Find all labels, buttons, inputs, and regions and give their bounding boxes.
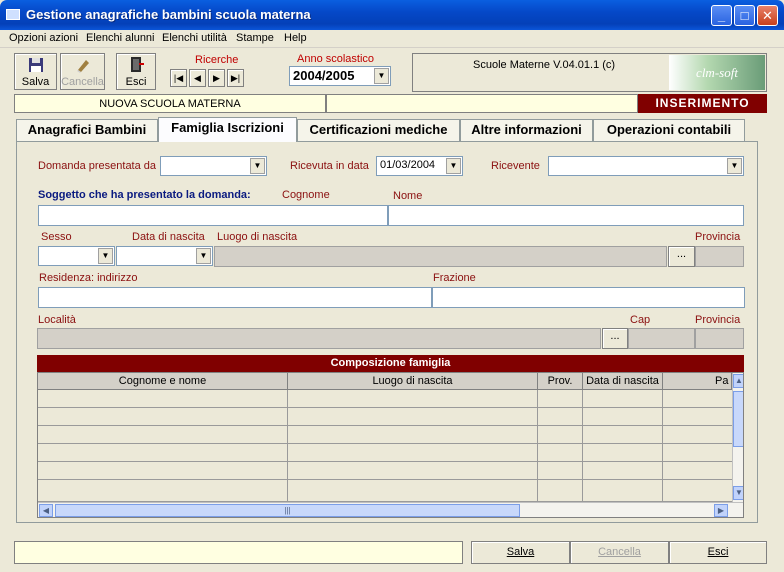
footer-cancel-button[interactable]: Cancella (570, 541, 669, 564)
table-row[interactable] (38, 390, 732, 408)
footer-exit-button[interactable]: Esci (669, 541, 767, 564)
tab-anagrafici-bambini[interactable]: Anagrafici Bambini (16, 119, 158, 141)
family-grid[interactable]: Cognome e nome Luogo di nascita Prov. Da… (37, 372, 744, 518)
chevron-down-icon: ▼ (374, 68, 389, 84)
column-header[interactable]: Cognome e nome (38, 373, 288, 390)
vertical-scrollbar[interactable]: ▲ ▼ (732, 373, 743, 502)
table-row[interactable] (38, 480, 732, 502)
residence-address-input[interactable] (38, 287, 432, 308)
title-bar: Gestione anagrafiche bambini scuola mate… (0, 0, 784, 30)
nav-prev-button[interactable]: ◀ (189, 69, 206, 87)
column-header[interactable]: Data di nascita (583, 373, 663, 390)
school-name-box: NUOVA SCUOLA MATERNA (14, 94, 326, 113)
zip-field (628, 328, 695, 349)
horizontal-scrollbar[interactable]: ◀ ||| ▶ (38, 502, 743, 517)
chevron-down-icon: ▼ (446, 158, 461, 174)
surname-input[interactable] (38, 205, 388, 226)
tab-operazioni-contabili[interactable]: Operazioni contabili (593, 119, 745, 141)
version-text: Scuole Materne V.04.01.1 (c) (473, 59, 616, 71)
school-year-select[interactable]: 2004/2005 ▼ (289, 66, 391, 86)
received-date-label: Ricevuta in data (290, 160, 369, 172)
scroll-up-icon[interactable]: ▲ (733, 374, 743, 388)
recipient-label: Ricevente (491, 160, 540, 172)
name-input[interactable] (388, 205, 744, 226)
toolbar-cancel-button[interactable]: Cancella (60, 53, 105, 90)
name-label: Nome (393, 190, 423, 202)
door-exit-icon (131, 57, 144, 72)
window-title: Gestione anagrafiche bambini scuola mate… (26, 7, 311, 22)
eraser-icon (77, 60, 89, 73)
applicant-label: Soggetto che ha presentato la domanda: (38, 189, 251, 201)
tab-famiglia-iscrizioni[interactable]: Famiglia Iscrizioni (158, 117, 297, 142)
surname-label: Cognome (282, 189, 330, 201)
province2-label: Provincia (695, 314, 741, 326)
table-row[interactable] (38, 426, 732, 444)
hamlet-label: Frazione (433, 272, 476, 284)
family-grid-title: Composizione famiglia (37, 355, 744, 372)
menu-opzioni-azioni[interactable]: Opzioni azioni (9, 32, 78, 44)
menu-elenchi-alunni[interactable]: Elenchi alunni (86, 32, 155, 44)
status-empty-box (326, 94, 638, 113)
minimize-button[interactable]: _ (711, 5, 732, 26)
maximize-button[interactable]: □ (734, 5, 755, 26)
locality-lookup-button[interactable]: ... (602, 328, 628, 349)
chevron-down-icon: ▼ (727, 158, 742, 174)
submitted-by-select[interactable]: ▼ (160, 156, 267, 176)
scroll-down-icon[interactable]: ▼ (733, 486, 743, 500)
floppy-icon (29, 58, 43, 72)
mode-badge: INSERIMENTO (638, 94, 767, 113)
toolbar-save-button[interactable]: Salva (14, 53, 57, 90)
toolbar-exit-button[interactable]: Esci (116, 53, 156, 90)
app-icon (6, 9, 20, 20)
received-date-picker[interactable]: 01/03/2004 ▼ (376, 156, 463, 176)
menu-elenchi-utilita[interactable]: Elenchi utilità (162, 32, 227, 44)
province-field (695, 246, 744, 267)
tab-certificazioni-mediche[interactable]: Certificazioni mediche (297, 119, 460, 141)
birth-place-lookup-button[interactable]: ... (668, 246, 695, 267)
horizontal-scroll-thumb[interactable]: ||| (55, 504, 520, 517)
scroll-right-icon[interactable]: ▶ (714, 504, 728, 517)
menu-bar: Opzioni azioni Elenchi alunni Elenchi ut… (0, 30, 784, 48)
scroll-left-icon[interactable]: ◀ (39, 504, 53, 517)
footer-save-button[interactable]: Salva (471, 541, 570, 564)
table-row[interactable] (38, 408, 732, 426)
birth-date-picker[interactable]: ▼ (116, 246, 213, 266)
company-logo: clm-soft (669, 55, 765, 90)
school-year-label: Anno scolastico (297, 53, 375, 65)
chevron-down-icon: ▼ (98, 248, 113, 264)
close-button[interactable]: ✕ (757, 5, 778, 26)
locality-field (37, 328, 601, 349)
nav-last-button[interactable]: ▶| (227, 69, 244, 87)
nav-next-button[interactable]: ▶ (208, 69, 225, 87)
sex-select[interactable]: ▼ (38, 246, 115, 266)
birth-place-label: Luogo di nascita (217, 231, 298, 243)
province-label: Provincia (695, 231, 741, 243)
bottom-status-box (14, 541, 463, 564)
menu-stampe[interactable]: Stampe (236, 32, 274, 44)
tab-altre-informazioni[interactable]: Altre informazioni (460, 119, 593, 141)
column-header[interactable]: Luogo di nascita (288, 373, 538, 390)
sex-label: Sesso (41, 231, 72, 243)
zip-label: Cap (630, 314, 651, 326)
column-header[interactable]: Prov. (538, 373, 583, 390)
recipient-select[interactable]: ▼ (548, 156, 744, 176)
chevron-down-icon: ▼ (250, 158, 265, 174)
submitted-by-label: Domanda presentata da (38, 160, 157, 172)
birth-place-field (214, 246, 667, 267)
table-row[interactable] (38, 444, 732, 462)
nav-first-button[interactable]: |◀ (170, 69, 187, 87)
table-row[interactable] (38, 462, 732, 480)
vertical-scroll-thumb[interactable] (733, 391, 743, 447)
chevron-down-icon: ▼ (196, 248, 211, 264)
hamlet-input[interactable] (432, 287, 745, 308)
birth-date-label: Data di nascita (132, 231, 205, 243)
residence-label: Residenza: indirizzo (39, 272, 138, 284)
column-header[interactable]: Pa (663, 373, 732, 390)
menu-help[interactable]: Help (284, 32, 307, 44)
school-name: NUOVA SCUOLA MATERNA (99, 98, 241, 110)
province2-field (695, 328, 744, 349)
searches-label: Ricerche (195, 54, 239, 66)
locality-label: Località (38, 314, 76, 326)
